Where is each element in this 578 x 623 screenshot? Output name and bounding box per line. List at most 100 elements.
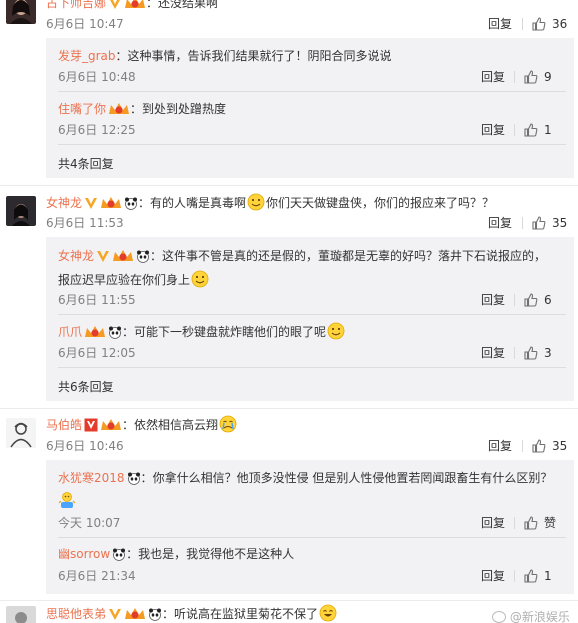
like-button[interactable]: 赞: [524, 515, 556, 531]
vip-crown-icon: [125, 608, 146, 619]
like-button[interactable]: 1: [524, 122, 552, 138]
reply-button[interactable]: 回复: [481, 122, 505, 138]
reply-button[interactable]: 回复: [481, 515, 505, 531]
reply-button[interactable]: 回复: [488, 16, 512, 32]
verified-v-icon: [97, 251, 110, 262]
thumbs-up-icon: [524, 123, 538, 137]
vip-crown-icon: [109, 103, 130, 114]
reply-time: 6月6日 10:48: [58, 70, 136, 84]
username[interactable]: 爪爪: [58, 325, 82, 339]
like-button[interactable]: 3: [524, 345, 552, 361]
username[interactable]: 幽sorrow: [58, 547, 110, 561]
reply-button[interactable]: 回复: [481, 568, 505, 584]
panda-icon: [113, 548, 126, 561]
like-button[interactable]: 9: [524, 69, 552, 85]
comment-text: 马伯皓 ：依然相信高云翔: [46, 415, 238, 434]
thumbs-up-icon: [524, 70, 538, 84]
like-count: 35: [552, 216, 568, 230]
divider: [514, 517, 515, 529]
like-button[interactable]: 35: [532, 438, 567, 454]
divider: [0, 600, 578, 601]
username[interactable]: 思聪他表弟: [46, 607, 106, 621]
divider: [522, 217, 523, 229]
username[interactable]: 水犹寒2018: [58, 471, 125, 485]
comment-body: 听说高在监狱里菊花不保了: [174, 607, 319, 621]
comment-text: 古下师吉娜 ：还没结果啊: [46, 0, 218, 12]
reply-body: 到处到处蹭热度: [142, 102, 227, 116]
username[interactable]: 女神龙: [58, 249, 94, 263]
like-button[interactable]: 1: [524, 568, 552, 584]
more-replies-link[interactable]: 共6条回复: [58, 379, 114, 395]
verified-v-red-icon: [84, 418, 98, 432]
comment-time: 6月6日 11:53: [46, 216, 124, 230]
reply-button[interactable]: 回复: [488, 215, 512, 231]
reply-body: 报应迟早应验在你们身上: [58, 273, 191, 287]
divider: [514, 570, 515, 582]
like-count: 35: [552, 439, 568, 453]
like-button[interactable]: 36: [532, 16, 567, 32]
like-count: 6: [544, 293, 552, 307]
smile-emoji-icon: [247, 193, 265, 211]
username[interactable]: 发芽_grab: [58, 49, 116, 63]
more-replies-link[interactable]: 共4条回复: [58, 156, 114, 172]
panda-icon: [127, 472, 140, 485]
reply-body: 这件事不管是真的还是假的，董璇都是无辜的好吗？落井下石说报应的，: [162, 249, 547, 263]
vip-crown-icon: [125, 0, 146, 8]
username[interactable]: 女神龙: [46, 196, 82, 210]
username[interactable]: 古下师吉娜: [46, 0, 106, 10]
reply-time: 6月6日 12:05: [58, 346, 136, 360]
divider: [514, 294, 515, 306]
shrug-emoji-icon: [58, 491, 76, 512]
crying-emoji-icon: [219, 415, 237, 433]
comment-time: 6月6日 10:47: [46, 17, 124, 31]
comment-text: 思聪他表弟 ：听说高在监狱里菊花不保了: [46, 604, 338, 623]
avatar[interactable]: [6, 606, 36, 623]
reply-button[interactable]: 回复: [481, 69, 505, 85]
like-count: 1: [544, 569, 552, 583]
divider: [58, 367, 566, 368]
thumbs-up-icon: [532, 17, 546, 31]
divider: [0, 185, 578, 186]
comment-body: 你们天天做键盘侠，你们的报应来了吗？？: [266, 196, 495, 210]
reply-time: 今天 10:07: [58, 516, 121, 530]
avatar[interactable]: [6, 0, 36, 24]
thumbs-up-icon: [532, 439, 546, 453]
thumbs-up-icon: [532, 216, 546, 230]
vip-crown-icon: [85, 326, 106, 337]
username[interactable]: 马伯皓: [46, 418, 82, 432]
vip-crown-icon: [101, 197, 122, 208]
reply-button[interactable]: 回复: [488, 438, 512, 454]
thumbs-up-icon: [524, 346, 538, 360]
thumbs-up-icon: [524, 516, 538, 530]
reply-text: 女神龙 ：这件事不管是真的还是假的，董璇都是无辜的好吗？落井下石说报应的，: [58, 249, 547, 263]
reply-text: 住嘴了你 ：到处到处蹭热度: [58, 102, 227, 116]
divider: [514, 71, 515, 83]
reply-button[interactable]: 回复: [481, 292, 505, 308]
smile-emoji-icon: [191, 270, 209, 288]
comment-body: 还没结果啊: [158, 0, 219, 10]
divider: [514, 347, 515, 359]
laughing-emoji-icon: [319, 604, 337, 622]
reply-body: 你拿什么相信？他顶多没性侵 但是别人性侵他置若罔闻跟畜生有什么区别？: [152, 471, 553, 485]
like-button[interactable]: 6: [524, 292, 552, 308]
like-button[interactable]: 35: [532, 215, 567, 231]
avatar[interactable]: [6, 196, 36, 226]
comment-body: 依然相信高云翔: [134, 418, 219, 432]
reply-time: 6月6日 12:25: [58, 123, 136, 137]
reply-time: 6月6日 21:34: [58, 569, 136, 583]
smile-emoji-icon: [327, 322, 345, 340]
divider: [58, 144, 566, 145]
username[interactable]: 住嘴了你: [58, 102, 106, 116]
reply-text: 幽sorrow ：我也是，我觉得他不是这种人: [58, 547, 295, 561]
comment-body: 有的人嘴是真毒啊: [150, 196, 247, 210]
reply-text: 爪爪 ：可能下一秒键盘就炸瞎他们的眼了呢: [58, 322, 346, 341]
like-count: 9: [544, 70, 552, 84]
divider: [522, 18, 523, 30]
thumbs-up-icon: [524, 293, 538, 307]
verified-v-icon: [109, 609, 122, 620]
panda-icon: [149, 608, 162, 621]
reply-button[interactable]: 回复: [481, 345, 505, 361]
divider: [514, 124, 515, 136]
like-label: 赞: [544, 516, 557, 530]
avatar[interactable]: [6, 418, 36, 448]
